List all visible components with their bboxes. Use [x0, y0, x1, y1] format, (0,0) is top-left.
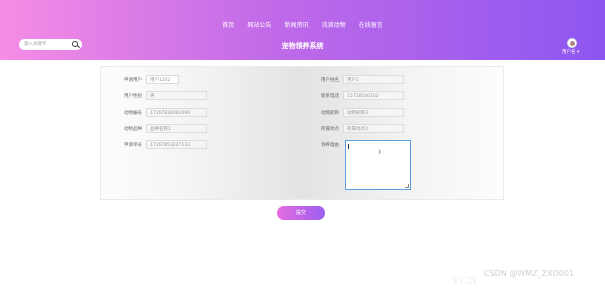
field-label: 用户姓名: [321, 78, 339, 83]
chevron-down-icon: ▾: [576, 50, 580, 55]
avatar[interactable]: [567, 38, 577, 48]
field-label: 申请单号: [124, 143, 142, 148]
nav-item-announcements[interactable]: 网站公告: [247, 20, 271, 29]
user-menu[interactable]: 用户名 ▾: [562, 38, 582, 55]
field-animal-breed: 动物品种 品种名称1: [124, 124, 244, 134]
user-gender-input[interactable]: 男: [146, 91, 207, 100]
field-phone: 联系电话 15718540202: [321, 91, 441, 101]
field-label: 领养理由: [321, 143, 339, 148]
animal-breed-input[interactable]: 品种名称1: [146, 124, 207, 133]
field-application-number: 申请单号 17167853247133: [124, 140, 244, 150]
nav-item-messages[interactable]: 在线留言: [359, 20, 383, 29]
phone-input[interactable]: 15718540202: [343, 91, 404, 100]
resize-handle-icon[interactable]: [405, 184, 409, 188]
ibeam-cursor-icon: I: [379, 149, 381, 156]
field-label: 动物品种: [124, 127, 142, 132]
field-label: 动物昵称: [321, 111, 339, 116]
field-user-realname: 用户姓名 用户2: [321, 75, 441, 85]
field-applicant-user: 申请用户 用户1202: [124, 75, 244, 85]
adoption-reason-textarea[interactable]: I: [345, 140, 411, 190]
nav-item-stray-animals[interactable]: 流浪动物: [322, 20, 346, 29]
animal-number-input[interactable]: 17167836081096: [146, 108, 207, 117]
application-number-input[interactable]: 17167853247133: [146, 140, 207, 149]
field-label: 申请用户: [124, 78, 142, 83]
header-bar: 首页 网站公告 新闻资讯 流浪动物 在线留言 输入关键字 宠物领养系统 用户名 …: [0, 0, 605, 60]
submit-button[interactable]: 提交: [277, 206, 325, 220]
field-label: 动物编号: [124, 111, 142, 116]
field-animal-nickname: 动物昵称 动物昵称3: [321, 108, 441, 118]
field-label: 联系电话: [321, 94, 339, 99]
background-watermark: vcn: [452, 272, 477, 288]
nav-item-home[interactable]: 首页: [222, 20, 234, 29]
csdn-watermark: CSDN @WMZ_ZXD001: [484, 269, 575, 278]
adoption-form: 申请用户 用户1202 用户性别 男 动物编号 17167836081096 动…: [100, 66, 504, 200]
field-animal-number: 动物编号 17167836081096: [124, 108, 244, 118]
field-label: 所属地点: [321, 127, 339, 132]
animal-nickname-input[interactable]: 动物昵称3: [343, 108, 404, 117]
user-name[interactable]: 用户名 ▾: [562, 49, 582, 55]
user-realname-input[interactable]: 用户2: [343, 75, 404, 84]
site-title: 宠物领养系统: [281, 42, 324, 50]
field-label: 用户性别: [124, 94, 142, 99]
field-user-gender: 用户性别 男: [124, 91, 244, 101]
applicant-user-input[interactable]: 用户1202: [146, 75, 179, 84]
nav-item-news[interactable]: 新闻资讯: [284, 20, 308, 29]
top-nav: 首页 网站公告 新闻资讯 流浪动物 在线留言: [0, 12, 605, 31]
text-cursor: [348, 144, 349, 149]
field-location: 所属地点 所属地点3: [321, 124, 441, 134]
location-input[interactable]: 所属地点3: [343, 124, 404, 133]
